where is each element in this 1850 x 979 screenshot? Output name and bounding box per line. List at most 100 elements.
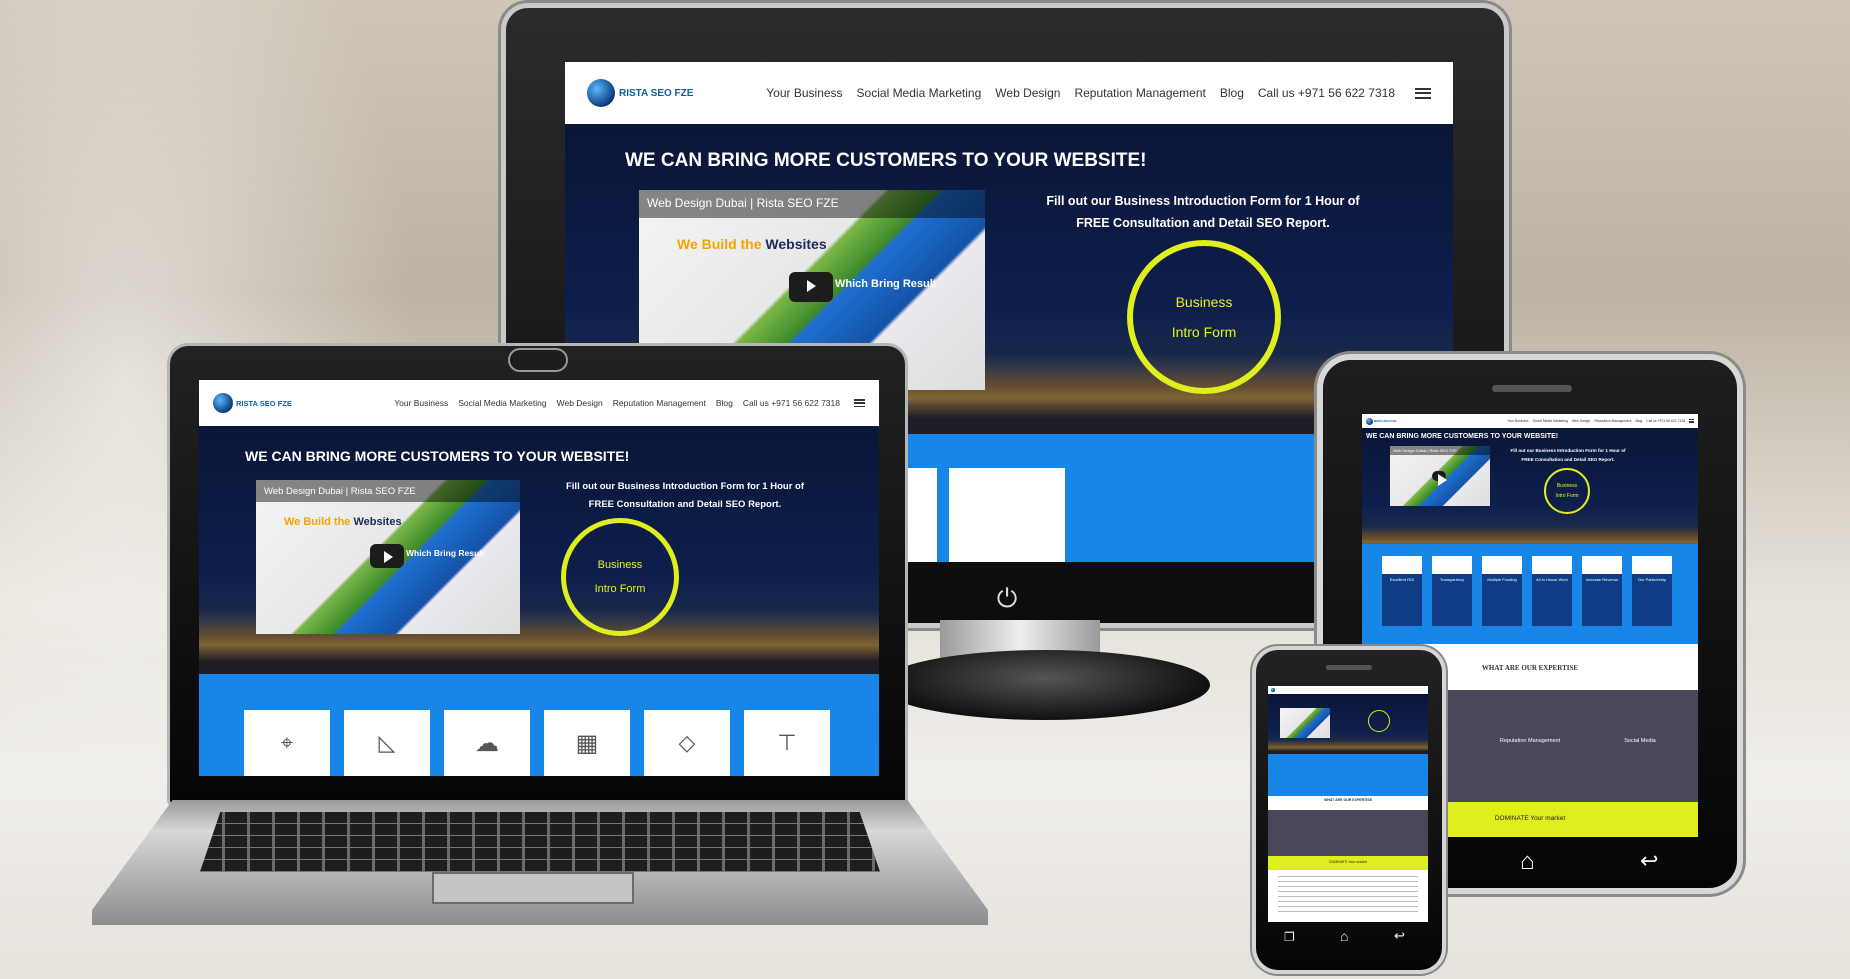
site-nav	[1268, 686, 1428, 694]
features-band	[1268, 754, 1428, 796]
play-icon[interactable]	[1432, 471, 1447, 486]
card-increase-revenue[interactable]: Increase Revenue	[1582, 556, 1622, 626]
back-icon[interactable]: ↩	[1640, 848, 1658, 874]
keyboard-rows	[200, 812, 880, 872]
nav-web-design[interactable]: Web Design	[995, 86, 1060, 100]
nav-reputation-management[interactable]: Reputation Management	[613, 398, 706, 408]
video-title: Web Design Dubai | Rista SEO FZE	[1393, 448, 1457, 453]
features-band: Excellent ROI Transparency Multiple Fund…	[1362, 544, 1698, 644]
feature-tile-diamond[interactable]: ◇	[644, 710, 730, 776]
nav-blog[interactable]: Blog	[1220, 86, 1244, 100]
hamburger-menu-icon[interactable]	[1689, 419, 1694, 423]
card-multiple-funding[interactable]: Multiple Funding	[1482, 556, 1522, 626]
nav-social-media-marketing[interactable]: Social Media Marketing	[1533, 419, 1568, 423]
play-icon[interactable]	[789, 272, 833, 302]
city-lights	[1268, 740, 1428, 754]
site-logo[interactable]	[1271, 688, 1275, 692]
nav-menu: Your Business Social Media Marketing Web…	[1507, 419, 1685, 423]
card-icon	[1482, 556, 1522, 574]
play-icon[interactable]	[370, 544, 404, 568]
hamburger-menu-icon[interactable]	[1415, 87, 1431, 99]
recent-apps-icon[interactable]: ❐	[1284, 930, 1295, 944]
expertise-title: WHAT ARE OUR EXPERTISE	[1324, 798, 1372, 802]
phone-screen: WHAT ARE OUR EXPERTISE DOMINATE Your mar…	[1268, 686, 1428, 922]
business-intro-form-button[interactable]	[1368, 710, 1390, 732]
video-title: Web Design Dubai | Rista SEO FZE	[264, 486, 416, 497]
hero-headline: WE CAN BRING MORE CUSTOMERS TO YOUR WEBS…	[625, 150, 1147, 171]
card-all-in-house[interactable]: All in House Work	[1532, 556, 1572, 626]
site-nav: RISTA SEO FZE Your Business Social Media…	[199, 380, 879, 426]
site-logo[interactable]: RISTA SEO FZE	[1366, 417, 1396, 425]
card-icon	[1532, 556, 1572, 574]
features-band: ⌖ ◺ ☁ ▦ ◇ ⊤	[199, 674, 879, 776]
logo-globe-icon	[1271, 688, 1275, 692]
nav-phone[interactable]: Call us +971 56 622 7318	[1258, 86, 1395, 100]
logo-globe-icon	[1366, 417, 1373, 425]
card-excellent-roi[interactable]: Excellent ROI	[1382, 556, 1422, 626]
webcam-icon	[510, 350, 566, 370]
site-nav: RISTA SEO FZE Your Business Social Media…	[565, 62, 1453, 124]
card-icon	[1582, 556, 1622, 574]
card-icon	[1382, 556, 1422, 574]
dominate-cta-band[interactable]: DOMINATE Your market	[1268, 856, 1428, 870]
site-logo[interactable]: RISTA SEO FZE	[587, 79, 693, 107]
home-icon[interactable]: ⌂	[1520, 848, 1535, 876]
feature-tile-cloud[interactable]: ☁	[444, 710, 530, 776]
feature-tile-layout[interactable]: ▦	[544, 710, 630, 776]
video-player[interactable]: Web Design Dubai | Rista SEO FZE We Buil…	[256, 480, 520, 634]
expertise-reputation-management[interactable]: Reputation Management	[1490, 738, 1570, 744]
card-icon	[1632, 556, 1672, 574]
feature-tile-paint-roller[interactable]: ⊤	[744, 710, 830, 776]
nav-phone[interactable]: Call us +971 56 622 7318	[1646, 419, 1685, 423]
feature-tile-ruler[interactable]: ◺	[344, 710, 430, 776]
expertise-social-media[interactable]: Social Media	[1610, 738, 1670, 744]
feature-tile-partial[interactable]	[949, 468, 1065, 562]
nav-phone[interactable]: Call us +971 56 622 7318	[743, 398, 840, 408]
nav-blog[interactable]: Blog	[716, 398, 733, 408]
tablet-speaker	[1492, 385, 1572, 392]
nav-your-business[interactable]: Your Business	[1507, 419, 1529, 423]
video-player[interactable]: Web Design Dubai | Rista SEO FZE	[1390, 446, 1490, 506]
video-which-bring: Which Bring Result	[406, 548, 485, 558]
nav-menu: Your Business Social Media Marketing Web…	[394, 398, 840, 408]
logo-globe-icon	[587, 79, 615, 107]
hero-headline: WE CAN BRING MORE CUSTOMERS TO YOUR WEBS…	[1366, 433, 1559, 440]
video-we-build: We Build the Websites	[677, 236, 827, 252]
form-text: Fill out our Business Introduction Form …	[1510, 448, 1626, 462]
home-icon[interactable]: ⌂	[1340, 928, 1348, 944]
nav-menu: Your Business Social Media Marketing Web…	[766, 86, 1395, 100]
nav-web-design[interactable]: Web Design	[1572, 419, 1590, 423]
form-text: Fill out our Business Introduction Form …	[565, 481, 805, 510]
form-text: Fill out our Business Introduction Form …	[1046, 194, 1360, 230]
monitor-stand-base	[880, 650, 1210, 720]
dominate-cta: DOMINATE Your market	[1329, 860, 1367, 864]
nav-reputation-management[interactable]: Reputation Management	[1594, 419, 1631, 423]
card-icon	[1432, 556, 1472, 574]
nav-reputation-management[interactable]: Reputation Management	[1074, 86, 1205, 100]
video-title: Web Design Dubai | Rista SEO FZE	[647, 196, 839, 210]
video-we-build: We Build the Websites	[284, 516, 402, 528]
site-logo[interactable]: RISTA SEO FZE	[213, 393, 292, 413]
nav-blog[interactable]: Blog	[1635, 419, 1642, 423]
nav-your-business[interactable]: Your Business	[394, 398, 448, 408]
business-intro-form-button[interactable]: Business Intro Form	[561, 518, 679, 636]
nav-social-media-marketing[interactable]: Social Media Marketing	[458, 398, 546, 408]
nav-social-media-marketing[interactable]: Social Media Marketing	[857, 86, 982, 100]
expertise-section	[1268, 810, 1428, 856]
business-intro-form-button[interactable]: Business Intro Form	[1544, 468, 1590, 514]
card-our-partnership[interactable]: Our Partnership	[1632, 556, 1672, 626]
back-icon[interactable]: ↩	[1394, 928, 1405, 944]
nav-web-design[interactable]: Web Design	[557, 398, 603, 408]
business-intro-form-button[interactable]: Business Intro Form	[1127, 240, 1281, 394]
video-player[interactable]	[1280, 708, 1330, 738]
logo-globe-icon	[213, 393, 233, 413]
feature-tile-vector[interactable]: ⌖	[244, 710, 330, 776]
hero-headline: WE CAN BRING MORE CUSTOMERS TO YOUR WEBS…	[245, 448, 630, 464]
power-icon[interactable]: ⏻	[993, 584, 1021, 612]
laptop-screen: RISTA SEO FZE Your Business Social Media…	[199, 380, 879, 776]
hamburger-menu-icon[interactable]	[854, 399, 865, 407]
laptop-trackpad	[432, 872, 634, 904]
nav-your-business[interactable]: Your Business	[766, 86, 842, 100]
phone-content-text	[1278, 876, 1418, 916]
card-transparency[interactable]: Transparency	[1432, 556, 1472, 626]
